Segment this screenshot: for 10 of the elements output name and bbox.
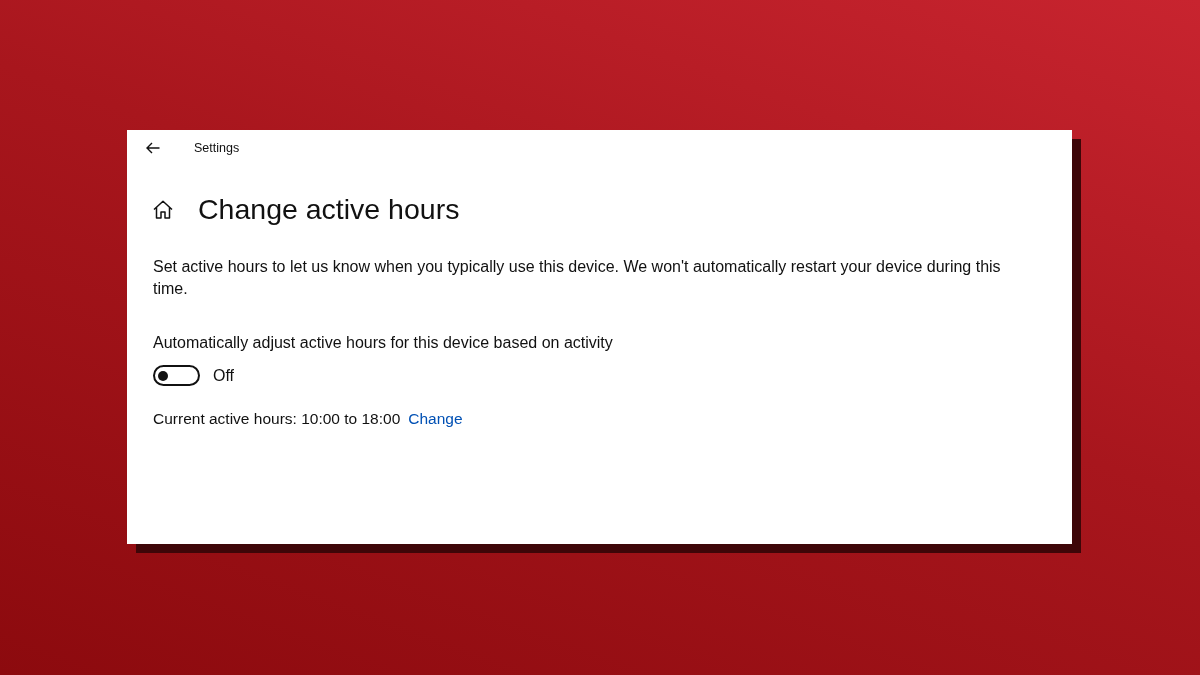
- page-title: Change active hours: [198, 192, 460, 226]
- toggle-switch[interactable]: [153, 365, 200, 386]
- description-text: Set active hours to let us know when you typically use this device. We won't automatically restart your device during this time.: [153, 257, 1002, 299]
- window-title: Settings: [194, 141, 240, 155]
- setting-label: Automatically adjust active hours for this device based on activity: [153, 333, 614, 353]
- toggle-state-text: Off: [213, 366, 235, 385]
- change-link[interactable]: Change: [408, 410, 463, 428]
- current-hours-text: Current active hours: 10:00 to 18:00: [153, 410, 401, 428]
- home-icon[interactable]: [153, 199, 173, 219]
- back-arrow-icon[interactable]: [146, 142, 160, 154]
